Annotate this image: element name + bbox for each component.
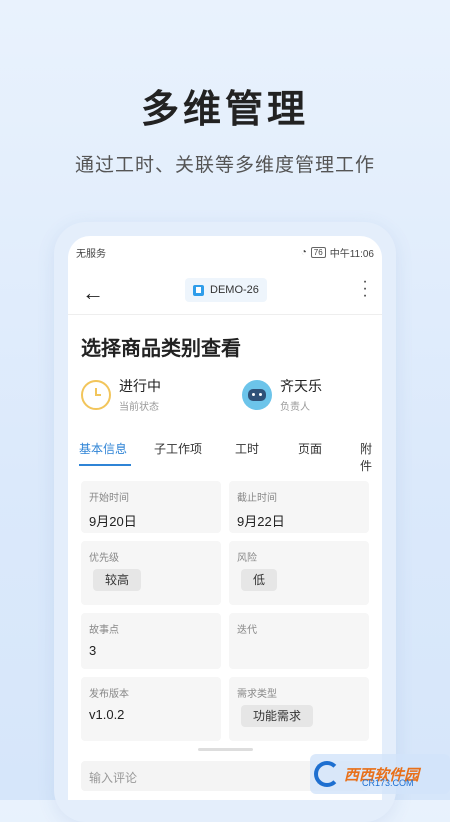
hero-title: 多维管理 [140,89,309,131]
tab-pages[interactable]: 页面 [298,440,322,457]
field-end[interactable]: 截止时间 9月22日 [229,481,369,533]
field-label: 开始时间 [89,493,129,504]
field-label: 故事点 [89,625,119,636]
field-label: 发布版本 [89,689,129,700]
battery-icon: 76 [310,247,326,258]
tab-bar: 基本信息 子工作项 工时 页面 附件 [68,432,382,473]
field-value: 3 [89,643,97,658]
field-value: 9月20日 [89,514,137,529]
logo-c-icon [314,761,340,787]
back-arrow-icon[interactable]: ← [82,280,104,306]
avatar [242,379,272,410]
watermark-logo: 西西软件园 CR173.COM [310,754,450,794]
field-value: v1.0.2 [89,707,125,722]
tab-subitems[interactable]: 子工作项 [154,440,202,457]
field-label: 截止时间 [237,493,277,504]
tab-basic-info[interactable]: 基本信息 [79,440,127,457]
issue-id: DEMO-26 [210,284,259,296]
status-bar: 无服务 ◔ 76 中午11:06 [76,245,374,260]
field-story-points[interactable]: 故事点 3 [81,613,221,669]
app-screen: 无服务 ◔ 76 中午11:06 ← DEMO-26 · · · 选择商品类别查看 … [68,236,382,800]
tab-indicator [79,464,131,466]
more-vertical-icon[interactable]: · · · [362,274,368,304]
field-label: 需求类型 [237,689,277,700]
field-release[interactable]: 发布版本 v1.0.2 [81,677,221,741]
issue-id-chip[interactable]: DEMO-26 [185,278,267,302]
drag-handle[interactable] [198,748,253,751]
req-type-tag: 功能需求 [241,705,314,727]
hero-subtitle: 通过工时、关联等多维度管理工作 [74,155,375,176]
clock-icon [81,379,111,410]
wifi-icon: ◔ [300,247,307,258]
priority-tag: 较高 [93,569,142,591]
owner-block[interactable]: 齐天乐 负责人 [242,376,322,413]
field-label: 迭代 [237,625,257,636]
field-label: 优先级 [89,553,119,564]
field-priority[interactable]: 优先级 较高 [81,541,221,605]
state-label: 当前状态 [119,402,159,413]
field-start[interactable]: 开始时间 9月20日 [81,481,221,533]
field-iteration[interactable]: 迭代 [229,613,369,669]
carrier-text: 无服务 [76,249,106,260]
tab-attachments[interactable]: 附件 [360,440,382,474]
risk-tag: 低 [241,569,278,591]
field-label: 风险 [237,553,257,564]
field-risk[interactable]: 风险 低 [229,541,369,605]
state-value: 进行中 [119,378,161,394]
owner-label: 负责人 [280,402,310,413]
field-value: 9月22日 [237,514,285,529]
task-title: 选择商品类别查看 [81,338,241,360]
watermark-url: CR173.COM [362,778,414,788]
comment-placeholder: 输入评论 [89,771,138,785]
bookmark-icon [193,284,204,296]
tab-worktime[interactable]: 工时 [235,440,259,457]
top-nav: ← DEMO-26 · · · [68,272,382,315]
clock-text: 中午11:06 [329,249,374,260]
owner-value: 齐天乐 [280,378,322,394]
field-req-type[interactable]: 需求类型 功能需求 [229,677,369,741]
state-block[interactable]: 进行中 当前状态 [81,376,161,413]
